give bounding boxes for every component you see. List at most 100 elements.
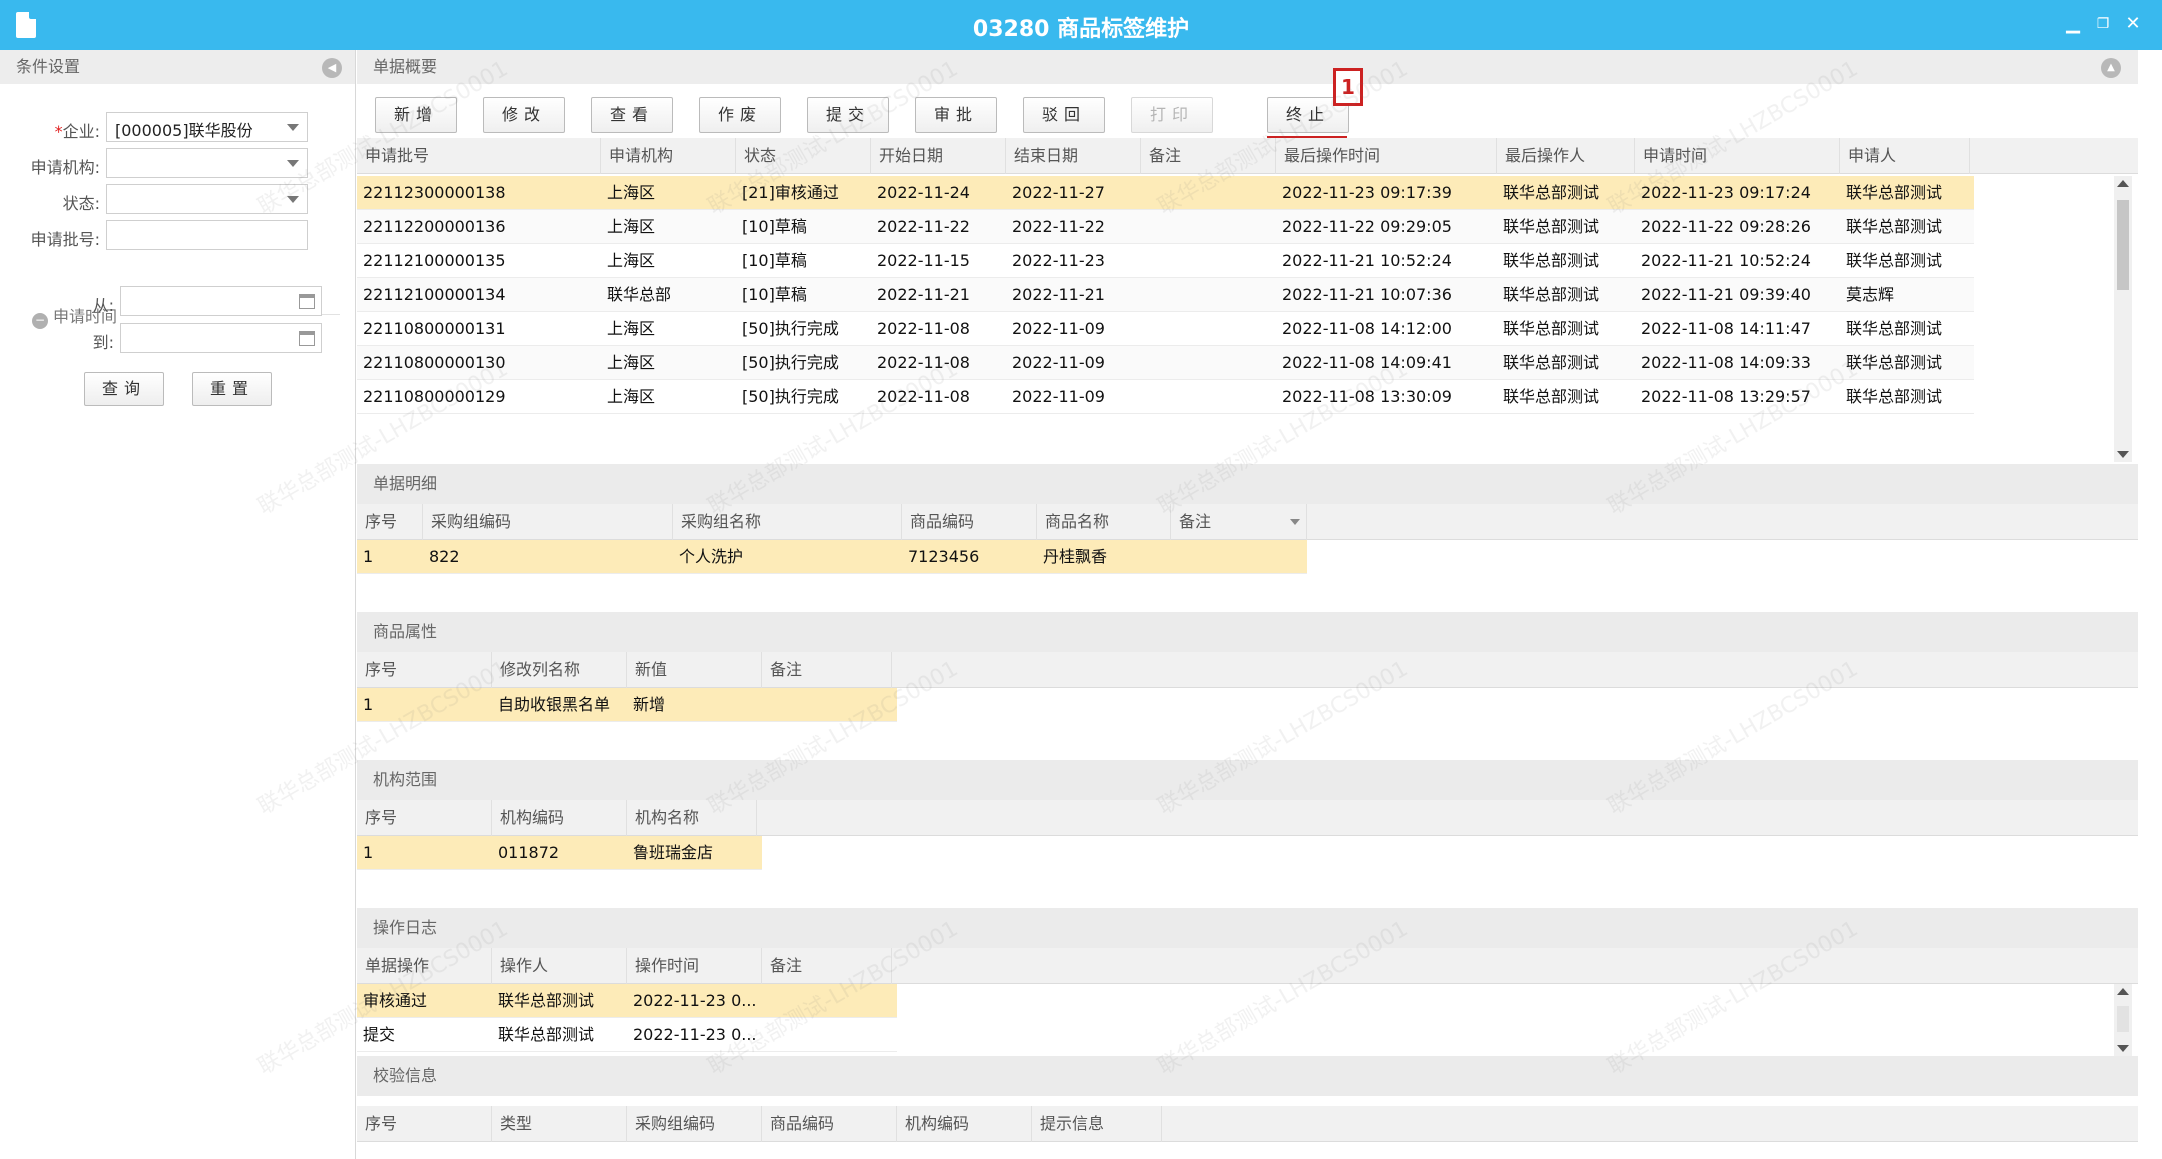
summary-cell: 2022-11-27 xyxy=(1012,183,1105,202)
void-button[interactable]: 作废 xyxy=(699,97,781,133)
scroll-up-icon[interactable] xyxy=(2117,988,2129,995)
calendar-icon[interactable] xyxy=(299,331,315,346)
log-scrollbar[interactable] xyxy=(2114,984,2132,1056)
summary-row[interactable]: 22112300000138 上海区 [21]审核通过 2022-11-24 2022-… xyxy=(357,176,1974,210)
summary-row[interactable]: 22110800000130 上海区 [50]执行完成 2022-11-08 2022-… xyxy=(357,346,1974,380)
summary-row[interactable]: 22112100000134 联华总部 [10]草稿 2022-11-21 2022-1… xyxy=(357,278,1974,312)
summary-col-2[interactable]: 状态 xyxy=(736,138,871,174)
check-col-1[interactable]: 类型 xyxy=(492,1106,627,1142)
reject-button[interactable]: 驳回 xyxy=(1023,97,1105,133)
scroll-down-icon[interactable] xyxy=(2117,451,2129,458)
check-col-3[interactable]: 商品编码 xyxy=(762,1106,897,1142)
orgs-col-2[interactable]: 机构名称 xyxy=(627,800,757,836)
summary-cell: 2022-11-08 14:11:47 xyxy=(1641,319,1811,338)
summary-col-6[interactable]: 最后操作时间 xyxy=(1276,138,1497,174)
summary-cell: 22112300000138 xyxy=(363,183,506,202)
summary-cell: 联华总部测试 xyxy=(1503,217,1600,236)
summary-cell: [50]执行完成 xyxy=(742,319,839,338)
log-row[interactable]: 提交 联华总部测试 2022-11-23 0... xyxy=(357,1018,897,1052)
check-col-0[interactable]: 序号 xyxy=(357,1106,492,1142)
restore-icon[interactable]: ❐ xyxy=(2092,13,2114,35)
detail-col-3[interactable]: 商品编码 xyxy=(902,504,1037,540)
log-col-2[interactable]: 操作时间 xyxy=(627,948,762,984)
condition-header: 条件设置 ◀ xyxy=(0,50,355,84)
scroll-down-icon[interactable] xyxy=(2117,1045,2129,1052)
summary-col-8[interactable]: 申请时间 xyxy=(1635,138,1840,174)
summary-row[interactable]: 22112100000135 上海区 [10]草稿 2022-11-15 2022-11… xyxy=(357,244,1974,278)
summary-col-4[interactable]: 结束日期 xyxy=(1006,138,1141,174)
print-button[interactable]: 打印 xyxy=(1131,97,1213,133)
log-col-1[interactable]: 操作人 xyxy=(492,948,627,984)
submit-button[interactable]: 提交 xyxy=(807,97,889,133)
summary-cell: 联华总部 xyxy=(607,285,672,304)
edit-button[interactable]: 修改 xyxy=(483,97,565,133)
check-col-4[interactable]: 机构编码 xyxy=(897,1106,1032,1142)
batch-input[interactable] xyxy=(106,220,308,250)
orgs-header: 机构范围 xyxy=(357,760,2138,800)
view-button[interactable]: 查看 xyxy=(591,97,673,133)
orgs-col-1[interactable]: 机构编码 xyxy=(492,800,627,836)
log-col-0[interactable]: 单据操作 xyxy=(357,948,492,984)
org-select[interactable] xyxy=(106,148,308,178)
summary-cell: [10]草稿 xyxy=(742,217,807,236)
filter-dropdown-icon[interactable] xyxy=(1290,519,1300,525)
log-col-3[interactable]: 备注 xyxy=(762,948,892,984)
summary-cell: 2022-11-24 xyxy=(877,183,970,202)
detail-cell: 1 xyxy=(363,547,374,566)
new-button[interactable]: 新增 xyxy=(375,97,457,133)
detail-row[interactable]: 1 822 个人洗护 7123456 丹桂飘香 xyxy=(357,540,1307,574)
summary-col-5[interactable]: 备注 xyxy=(1141,138,1276,174)
reset-button[interactable]: 重置 xyxy=(192,372,272,406)
summary-cell: 2022-11-09 xyxy=(1012,319,1105,338)
detail-col-1[interactable]: 采购组编码 xyxy=(423,504,673,540)
from-date-input[interactable] xyxy=(120,286,322,316)
detail-col-0[interactable]: 序号 xyxy=(357,504,423,540)
attributes-col-1[interactable]: 修改列名称 xyxy=(492,652,627,688)
summary-cell: 2022-11-08 13:29:57 xyxy=(1641,387,1811,406)
detail-col-5[interactable]: 备注 xyxy=(1171,504,1307,540)
summary-cell xyxy=(1141,312,1276,345)
calendar-icon[interactable] xyxy=(299,294,315,309)
summary-col-0[interactable]: 申请批号 xyxy=(357,138,601,174)
to-label: 到: xyxy=(92,333,114,352)
summary-row[interactable]: 22110800000131 上海区 [50]执行完成 2022-11-08 2022-… xyxy=(357,312,1974,346)
summary-cell: [10]草稿 xyxy=(742,285,807,304)
attributes-col-0[interactable]: 序号 xyxy=(357,652,492,688)
check-col-5[interactable]: 提示信息 xyxy=(1032,1106,1162,1142)
minimize-icon[interactable]: ▁ xyxy=(2062,13,2084,35)
orgs-cell: 1 xyxy=(363,843,374,862)
summary-cell: 22112100000135 xyxy=(363,251,506,270)
attributes-col-3[interactable]: 备注 xyxy=(762,652,892,688)
summary-row[interactable]: 22110800000129 上海区 [50]执行完成 2022-11-08 2022-… xyxy=(357,380,1974,414)
detail-cell: 822 xyxy=(429,547,460,566)
attributes-cell: 新增 xyxy=(633,695,666,714)
detail-cell xyxy=(1171,540,1301,573)
collapse-top-icon[interactable]: ▲ xyxy=(2101,58,2121,78)
approve-button[interactable]: 审批 xyxy=(915,97,997,133)
log-row[interactable]: 审核通过 联华总部测试 2022-11-23 0... xyxy=(357,984,897,1018)
summary-col-1[interactable]: 申请机构 xyxy=(601,138,736,174)
collapse-left-icon[interactable]: ◀ xyxy=(322,58,342,78)
attributes-row[interactable]: 1 自助收银黑名单 新增 xyxy=(357,688,897,722)
orgs-row[interactable]: 1 011872 鲁班瑞金店 xyxy=(357,836,762,870)
attributes-col-2[interactable]: 新值 xyxy=(627,652,762,688)
summary-scroll-thumb[interactable] xyxy=(2117,200,2129,290)
orgs-col-0[interactable]: 序号 xyxy=(357,800,492,836)
log-scroll-thumb[interactable] xyxy=(2117,1006,2129,1032)
enterprise-select[interactable]: [000005]联华股份 xyxy=(106,112,308,142)
summary-col-3[interactable]: 开始日期 xyxy=(871,138,1006,174)
close-icon[interactable]: ✕ xyxy=(2122,13,2144,35)
scroll-up-icon[interactable] xyxy=(2117,180,2129,187)
summary-cell: 联华总部测试 xyxy=(1503,319,1600,338)
to-date-input[interactable] xyxy=(120,323,322,353)
detail-col-2[interactable]: 采购组名称 xyxy=(673,504,902,540)
check-col-2[interactable]: 采购组编码 xyxy=(627,1106,762,1142)
summary-col-7[interactable]: 最后操作人 xyxy=(1497,138,1635,174)
summary-col-9[interactable]: 申请人 xyxy=(1840,138,1970,174)
status-select[interactable] xyxy=(106,184,308,214)
detail-col-4[interactable]: 商品名称 xyxy=(1037,504,1171,540)
summary-scrollbar[interactable] xyxy=(2114,176,2132,462)
query-button[interactable]: 查询 xyxy=(84,372,164,406)
attributes-grid-header: 序号 修改列名称 新值 备注 xyxy=(357,652,2138,688)
summary-row[interactable]: 22112200000136 上海区 [10]草稿 2022-11-22 2022-11… xyxy=(357,210,1974,244)
